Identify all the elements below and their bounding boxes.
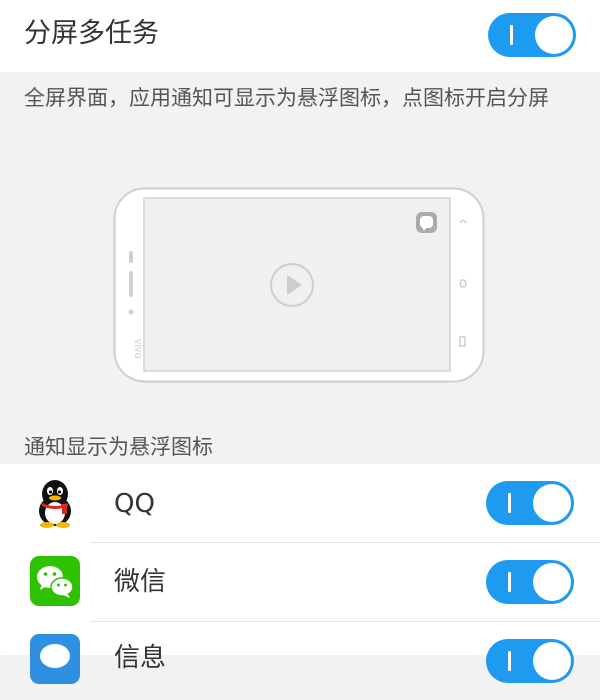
app-name: 微信 (114, 567, 167, 597)
toggle-on-mark (508, 493, 511, 513)
toggle-knob (535, 16, 573, 54)
toggle-on-mark (508, 572, 511, 592)
list-item-qq[interactable]: QQ (0, 464, 600, 542)
side-button (129, 271, 133, 297)
list-item-wechat[interactable]: 微信 (0, 543, 600, 621)
toggle-knob (533, 642, 571, 680)
app-name: QQ (114, 489, 155, 519)
wechat-toggle[interactable] (486, 560, 574, 604)
toggle-on-mark (510, 25, 513, 45)
split-screen-description: 全屏界面，应用通知可显示为悬浮图标，点图标开启分屏 (24, 86, 549, 110)
toggle-knob (533, 563, 571, 601)
split-screen-toggle[interactable] (488, 13, 576, 57)
split-screen-title: 分屏多任务 (24, 18, 159, 49)
qq-toggle[interactable] (486, 481, 574, 525)
app-list: QQ 微信 信息 (0, 464, 600, 684)
speaker-slot (129, 251, 133, 263)
toggle-knob (533, 484, 571, 522)
brand-logo: vivo (132, 339, 144, 359)
notification-section-label: 通知显示为悬浮图标 (24, 435, 213, 459)
list-item-messages[interactable]: 信息 (0, 622, 600, 700)
split-screen-row: 分屏多任务 (0, 0, 600, 72)
app-name: 信息 (114, 643, 167, 673)
toggle-on-mark (508, 651, 511, 671)
messages-icon (30, 634, 80, 684)
phone-landscape-illustration: vivo (113, 187, 485, 383)
qq-penguin-icon (39, 480, 71, 528)
front-camera (128, 309, 134, 315)
wechat-icon (30, 556, 80, 606)
messages-toggle[interactable] (486, 639, 574, 683)
